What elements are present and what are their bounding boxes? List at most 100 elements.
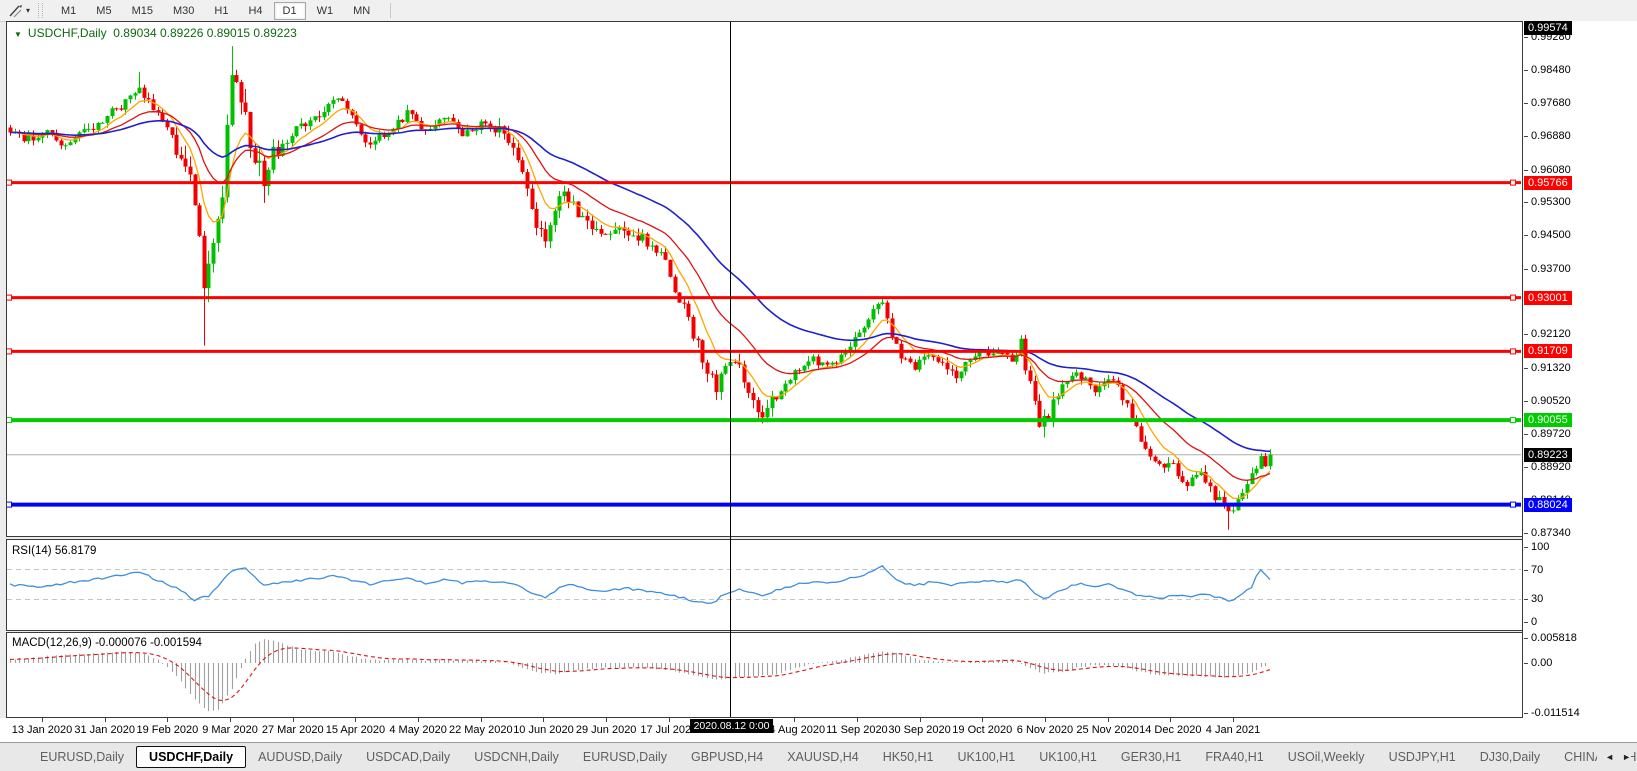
cursor-date-label: 2020.08.12 0:00 — [690, 719, 774, 733]
rsi-name: RSI(14) — [12, 545, 52, 557]
line-tools-icon[interactable] — [6, 2, 26, 19]
date-tick — [167, 718, 168, 722]
axis-tick-label: 0.95300 — [1531, 196, 1571, 208]
rsi-tick-label: 30 — [1531, 593, 1543, 605]
date-tick — [1233, 718, 1234, 722]
axis-tick — [1524, 37, 1528, 38]
main-chart-pane[interactable] — [6, 21, 1523, 537]
tab-scroll-right-icon[interactable]: ► — [1622, 752, 1631, 762]
hline-price-label: 0.93001 — [1524, 291, 1572, 305]
chart-tab-eurusd-daily[interactable]: EURUSD,Daily — [28, 746, 136, 768]
date-tick — [355, 718, 356, 722]
axis-tick — [1524, 103, 1528, 104]
chart-tab-usdcad-daily[interactable]: USDCAD,Daily — [354, 746, 462, 768]
axis-tick — [1524, 713, 1528, 714]
rsi-pane[interactable] — [6, 539, 1523, 631]
tab-scroll-controls: ◄ ► — [1597, 743, 1631, 771]
chart-tab-uk100-h1[interactable]: UK100,H1 — [946, 746, 1028, 768]
date-label: 25 Nov 2020 — [1076, 724, 1138, 736]
macd-label: MACD(12,26,9) -0.000076 -0.001594 — [12, 637, 202, 649]
macd-tick-label: 0.00 — [1531, 657, 1552, 669]
timeframe-button-w1[interactable]: W1 — [308, 2, 343, 20]
timeframe-button-m15[interactable]: M15 — [123, 2, 162, 20]
axis-tick — [1524, 570, 1528, 571]
timeframe-buttons: M1M5M15M30H1H4D1W1MN — [51, 2, 380, 20]
rsi-label: RSI(14) 56.8179 — [12, 545, 96, 557]
timeframe-button-m1[interactable]: M1 — [52, 2, 85, 20]
toolbar-separator — [390, 3, 391, 18]
macd-name: MACD(12,26,9) — [12, 637, 92, 649]
date-label: 10 Jun 2020 — [513, 724, 574, 736]
hline-price-label: 0.90055 — [1524, 413, 1572, 427]
date-label: 4 May 2020 — [389, 724, 446, 736]
timeframe-button-m30[interactable]: M30 — [164, 2, 203, 20]
date-label: 15 Apr 2020 — [326, 724, 385, 736]
axis-tick-label: 0.89720 — [1531, 428, 1571, 440]
axis-tick-label: 0.90520 — [1531, 395, 1571, 407]
date-axis[interactable]: 13 Jan 202031 Jan 202019 Feb 20209 Mar 2… — [0, 718, 1637, 742]
chart-tab-hk50-h1[interactable]: HK50,H1 — [871, 746, 946, 768]
timeframe-button-mn[interactable]: MN — [344, 2, 379, 20]
axis-tick-label: 0.98480 — [1531, 64, 1571, 76]
date-label: 19 Feb 2020 — [136, 724, 198, 736]
axis-tick — [1524, 663, 1528, 664]
hline-price-label: 0.88024 — [1524, 498, 1572, 512]
date-tick — [982, 718, 983, 722]
tab-scroll-left-icon[interactable]: ◄ — [1605, 752, 1614, 762]
hline-price-label: 0.91709 — [1524, 344, 1572, 358]
axis-tick — [1524, 136, 1528, 137]
axis-tick-label: 0.91320 — [1531, 362, 1571, 374]
chart-tab-dj30-daily[interactable]: DJ30,Daily — [1468, 746, 1552, 768]
axis-tick-label: 0.88920 — [1531, 461, 1571, 473]
symbol-label: USDCHF,Daily — [28, 26, 107, 40]
chart-tab-uk100-h1[interactable]: UK100,H1 — [1027, 746, 1109, 768]
chart-tab-ger30-h1[interactable]: GER30,H1 — [1109, 746, 1193, 768]
axis-tick — [1524, 547, 1528, 548]
date-tick — [606, 718, 607, 722]
rsi-tick-label: 0 — [1531, 616, 1537, 628]
chart-tab-usoil-weekly[interactable]: USOil,Weekly — [1276, 746, 1377, 768]
price-axis[interactable]: 0.992800.984800.976800.968800.960800.953… — [1522, 21, 1637, 718]
chart-tab-usdcnh-daily[interactable]: USDCNH,Daily — [462, 746, 571, 768]
timeframe-button-h1[interactable]: H1 — [205, 2, 237, 20]
symbol-dropdown-icon[interactable]: ▼ — [14, 30, 22, 39]
chart-tab-audusd-daily[interactable]: AUDUSD,Daily — [246, 746, 354, 768]
chart-tab-fra40-h1[interactable]: FRA40,H1 — [1193, 746, 1275, 768]
date-tick — [293, 718, 294, 722]
axis-tick-label: 0.93700 — [1531, 263, 1571, 275]
axis-tick — [1524, 170, 1528, 171]
date-label: 30 Sep 2020 — [888, 724, 950, 736]
timeframe-button-m5[interactable]: M5 — [87, 2, 120, 20]
axis-tick-label: 0.92120 — [1531, 328, 1571, 340]
axis-tick-label: 0.96880 — [1531, 130, 1571, 142]
axis-tick — [1524, 235, 1528, 236]
chart-tab-gbpusd-h4[interactable]: GBPUSD,H4 — [679, 746, 775, 768]
axis-tick — [1524, 368, 1528, 369]
date-tick — [1170, 718, 1171, 722]
axis-tick — [1524, 401, 1528, 402]
date-label: 19 Oct 2020 — [952, 724, 1012, 736]
date-tick — [42, 718, 43, 722]
toolbar-grip — [38, 3, 43, 18]
chart-tab-usdjpy-h1[interactable]: USDJPY,H1 — [1377, 746, 1468, 768]
date-tick — [1108, 718, 1109, 722]
rsi-value: 56.8179 — [55, 545, 97, 557]
date-tick — [543, 718, 544, 722]
chart-tab-xauusd-h4[interactable]: XAUUSD,H4 — [775, 746, 871, 768]
rsi-tick-label: 70 — [1531, 564, 1543, 576]
axis-tick — [1524, 622, 1528, 623]
dropdown-caret-icon[interactable]: ▾ — [26, 6, 30, 15]
date-label: 29 Jun 2020 — [576, 724, 637, 736]
macd-tick-label: 0.005818 — [1531, 632, 1577, 644]
axis-tick-label: 0.94500 — [1531, 229, 1571, 241]
date-label: 9 Mar 2020 — [202, 724, 258, 736]
axis-tick — [1524, 533, 1528, 534]
hline-price-label: 0.95766 — [1524, 176, 1572, 190]
chart-tab-usdchf-daily[interactable]: USDCHF,Daily — [136, 746, 246, 768]
timeframe-button-d1[interactable]: D1 — [274, 2, 306, 20]
chart-tab-eurusd-daily[interactable]: EURUSD,Daily — [571, 746, 679, 768]
date-tick — [230, 718, 231, 722]
macd-pane[interactable] — [6, 632, 1523, 718]
date-label: 14 Dec 2020 — [1139, 724, 1201, 736]
timeframe-button-h4[interactable]: H4 — [239, 2, 271, 20]
